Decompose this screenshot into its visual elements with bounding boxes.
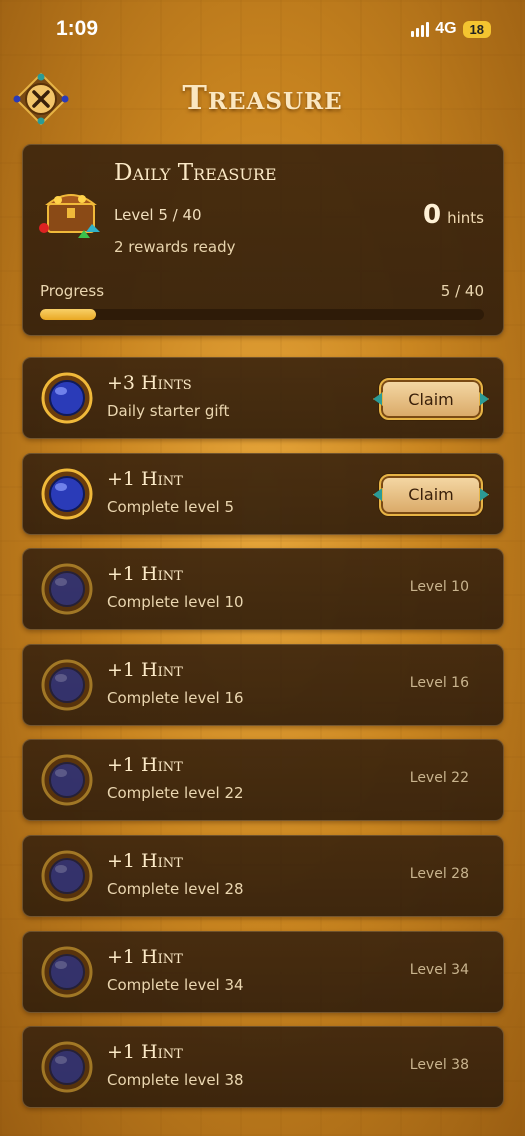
reward-level-requirement: Level 34	[409, 961, 469, 978]
status-time: 1:09	[56, 17, 99, 40]
reward-title: +1 Hint	[107, 467, 183, 490]
reward-subtitle: Complete level 38	[107, 1071, 244, 1090]
reward-title: +1 Hint	[107, 754, 183, 777]
progress-bar-fill	[40, 309, 96, 320]
blue-gem-icon	[41, 468, 93, 520]
reward-row: +1 Hint Complete level 5 Claim	[22, 452, 504, 535]
reward-row: +1 Hint Complete level 28 Level 28	[22, 835, 504, 917]
reward-row: +1 Hint Complete level 38 Level 38	[22, 1026, 504, 1109]
claim-button[interactable]: Claim	[379, 378, 483, 420]
reward-level-requirement: Level 10	[409, 579, 469, 596]
reward-title: +1 Hint	[107, 658, 183, 681]
hints-count-value: 0	[423, 200, 442, 230]
reward-title: +1 Hint	[107, 1041, 183, 1064]
blue-gem-icon	[41, 946, 93, 998]
blue-gem-icon	[41, 659, 93, 711]
reward-title: +1 Hint	[107, 850, 183, 872]
rewards-ready-text: 2 rewards ready	[114, 238, 236, 256]
reward-subtitle: Complete level 34	[107, 975, 244, 994]
reward-subtitle: Daily starter gift	[107, 402, 230, 420]
treasure-chest-icon	[39, 194, 100, 238]
reward-subtitle: Complete level 28	[107, 880, 244, 898]
reward-title: +3 Hints	[107, 372, 192, 394]
progress-bar	[40, 309, 484, 320]
reward-row: +1 Hint Complete level 34 Level 34	[22, 930, 504, 1013]
status-bar: 1:09 4G 18	[0, 0, 525, 60]
reward-subtitle: Complete level 5	[107, 497, 235, 516]
reward-row: +1 Hint Complete level 16 Level 16	[22, 643, 504, 726]
battery-icon: 18	[462, 20, 491, 38]
reward-subtitle: Complete level 10	[107, 593, 244, 612]
network-type: 4G	[435, 20, 457, 37]
hints-count-unit: hints	[447, 209, 484, 227]
blue-gem-icon	[41, 563, 93, 615]
claim-button[interactable]: Claim	[379, 473, 483, 516]
progress-value: 5 / 40	[440, 282, 484, 300]
reward-row: +1 Hint Complete level 22 Level 22	[22, 739, 504, 822]
reward-level-requirement: Level 16	[409, 674, 469, 691]
reward-row: +3 Hints Daily starter gift Claim	[22, 357, 504, 439]
reward-title: +1 Hint	[107, 563, 183, 586]
reward-subtitle: Complete level 22	[107, 784, 244, 803]
blue-gem-icon	[41, 754, 93, 806]
reward-row: +1 Hint Complete level 10 Level 10	[22, 548, 504, 631]
page-title: Treasure	[182, 78, 343, 117]
signal-icon	[411, 21, 430, 37]
reward-subtitle: Complete level 16	[107, 688, 244, 707]
blue-gem-icon	[41, 372, 93, 424]
daily-level-text: Level 5 / 40	[114, 206, 202, 224]
reward-level-requirement: Level 28	[409, 866, 469, 882]
blue-gem-icon	[41, 850, 93, 902]
hints-count: 0 hints	[423, 200, 484, 230]
daily-treasure-title: Daily Treasure	[114, 160, 277, 186]
progress-label: Progress	[40, 282, 105, 300]
reward-level-requirement: Level 22	[409, 770, 469, 787]
blue-gem-icon	[41, 1041, 93, 1093]
reward-title: +1 Hint	[107, 945, 183, 968]
reward-level-requirement: Level 38	[409, 1057, 469, 1074]
